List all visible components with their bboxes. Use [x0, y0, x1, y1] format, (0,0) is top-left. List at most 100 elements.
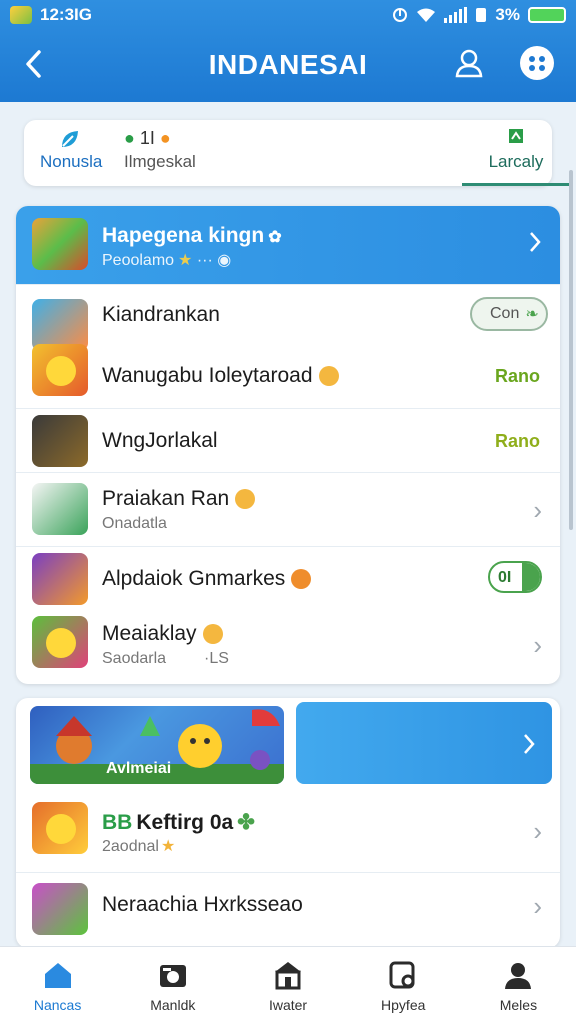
game-thumbnail	[32, 802, 88, 854]
nav-profile[interactable]: Meles	[461, 947, 576, 1024]
connect-button[interactable]: Con ❧	[470, 297, 548, 331]
battery-percent: 3%	[495, 5, 520, 24]
chevron-right-icon: ›	[533, 816, 542, 846]
row-badge: BB	[102, 811, 133, 834]
tab-label: Larcaly	[488, 152, 544, 171]
chevron-left-icon	[26, 50, 41, 78]
leaf-icon: ❧	[525, 306, 539, 323]
game-thumbnail	[32, 553, 88, 605]
nav-home[interactable]: Nancas	[0, 947, 115, 1024]
list-item-keftirg[interactable]: BB Keftirg 0a ✤ 2aodnal ★ ›	[16, 794, 560, 872]
chevron-right-icon: ›	[533, 630, 542, 660]
games-list-card: Hapegena kingn ✿ Peoolamo ★ ··· ◉ Kiandran…	[16, 206, 560, 684]
nav-camera[interactable]: Manldk	[115, 947, 230, 1024]
connect-label: Con	[490, 305, 520, 322]
back-button[interactable]	[16, 46, 52, 82]
options-button[interactable]	[520, 46, 554, 80]
star-icon: ★	[178, 252, 193, 269]
tab-nonusla[interactable]: Nonusla	[40, 128, 130, 178]
tabs-card: Nonusla ● 1I ● Ilmgeskal Larcaly	[24, 120, 570, 186]
tab-counter-icon: ● 1I ●	[124, 128, 171, 148]
scrollbar[interactable]	[569, 170, 573, 530]
page-title: INDANESAI	[208, 49, 368, 80]
app-notification-icon	[10, 6, 32, 24]
row-subtitle: 2aodnal ★	[102, 838, 176, 855]
search-doc-icon	[389, 961, 415, 989]
tab-label: Ilmgeskal	[124, 152, 196, 171]
promo-button[interactable]	[296, 702, 552, 784]
list-item-kiandrankan[interactable]: Kiandrankan Con ❧	[16, 284, 560, 351]
tab-ilmgeskal[interactable]: ● 1I ● Ilmgeskal	[124, 128, 284, 178]
nav-label: Nancas	[33, 997, 82, 1013]
nav-label: Meles	[499, 997, 538, 1013]
promo-banner[interactable]: Avlmeiai	[30, 706, 284, 784]
featured-subtitle: Peoolamo ★ ··· ◉	[102, 252, 232, 269]
game-thumbnail	[32, 415, 88, 467]
chevron-right-icon: ›	[533, 495, 542, 525]
toggle-switch[interactable]: 0I	[488, 561, 542, 593]
status-time: 12:3IG	[40, 5, 92, 24]
tab-larcaly[interactable]: Larcaly	[462, 128, 570, 186]
app-header: 12:3IG 3% INDANESAI	[0, 0, 576, 102]
row-title: BB Keftirg 0a ✤	[102, 811, 255, 834]
profile-icon	[505, 963, 532, 989]
featured-header[interactable]: Hapegena kingn ✿ Peoolamo ★ ··· ◉	[16, 206, 560, 284]
flag-icon	[462, 128, 570, 152]
tab-label: Nonusla	[40, 152, 103, 171]
row-title: Wanugabu Ioleytaroad	[102, 364, 339, 388]
title-bar: INDANESAI	[0, 30, 576, 100]
emoji-icon	[318, 366, 339, 387]
leaf-icon	[40, 128, 100, 152]
row-title: Neraachia Hxrksseao	[102, 893, 303, 916]
row-title: Praiakan Ran	[102, 487, 256, 511]
game-thumbnail	[32, 483, 88, 535]
leaf-icon: ✤	[237, 811, 255, 834]
emoji-icon	[235, 489, 256, 510]
toggle-label: 0I	[498, 569, 512, 586]
emoji-icon	[202, 624, 223, 645]
user-icon	[455, 49, 483, 78]
sync-icon	[393, 8, 408, 22]
status-indicators: 3%	[392, 5, 566, 25]
nav-label: Manldk	[150, 997, 196, 1013]
home-icon	[44, 963, 71, 988]
list-item-meaiaklay[interactable]: Meaiaklay Saodarla ·LS ›	[16, 610, 560, 684]
game-thumbnail	[32, 883, 88, 935]
emoji-icon	[291, 569, 312, 590]
list-item-wngjorlakal[interactable]: WngJorlakal Rano	[16, 408, 560, 472]
list-item-neraachia[interactable]: Neraachia Hxrksseao ›	[16, 872, 560, 948]
list-item-praiakan[interactable]: Praiakan Ran Onadatla ›	[16, 472, 560, 546]
status-bar: 12:3IG 3%	[0, 0, 576, 30]
nav-search[interactable]: Hpyfea	[346, 947, 461, 1024]
row-extra: ·LS	[204, 650, 229, 667]
status-badge: Rano	[495, 431, 540, 451]
list-item-alpdaiok[interactable]: Alpdaiok Gnmarkes 0I	[16, 546, 560, 610]
chevron-right-icon: ›	[533, 891, 542, 921]
featured-title: Hapegena kingn ✿	[102, 224, 282, 247]
toggle-knob	[522, 563, 540, 591]
store-icon	[275, 962, 301, 990]
sim-icon	[476, 8, 487, 22]
featured-chevron	[528, 230, 542, 259]
chevron-right-icon	[530, 232, 541, 252]
chevron-right-icon	[524, 734, 535, 754]
battery-icon	[528, 7, 566, 23]
game-thumbnail	[32, 344, 88, 396]
featured-thumbnail	[32, 218, 88, 270]
row-title: WngJorlakal	[102, 429, 218, 452]
tab-counter: 1I	[139, 128, 155, 148]
list-item-wanugabu[interactable]: Wanugabu Ioleytaroad Rano	[16, 344, 560, 408]
nav-label: Hpyfea	[381, 997, 426, 1013]
game-thumbnail	[32, 616, 88, 668]
row-subtitle: Saodarla ·LS	[102, 650, 229, 667]
nav-label: Iwater	[268, 997, 308, 1013]
camera-icon	[159, 965, 186, 987]
status-badge: Rano	[495, 366, 540, 386]
gear-icon: ✿	[268, 229, 282, 246]
nav-store[interactable]: Iwater	[230, 947, 345, 1024]
promo-section: Avlmeiai BB Keftirg 0a ✤ 2aodnal ★ › Neraac…	[16, 698, 560, 948]
user-button[interactable]	[452, 46, 486, 80]
wifi-icon	[417, 8, 436, 22]
row-subtitle: Onadatla	[102, 515, 167, 532]
row-title: Meaiaklay	[102, 622, 223, 646]
